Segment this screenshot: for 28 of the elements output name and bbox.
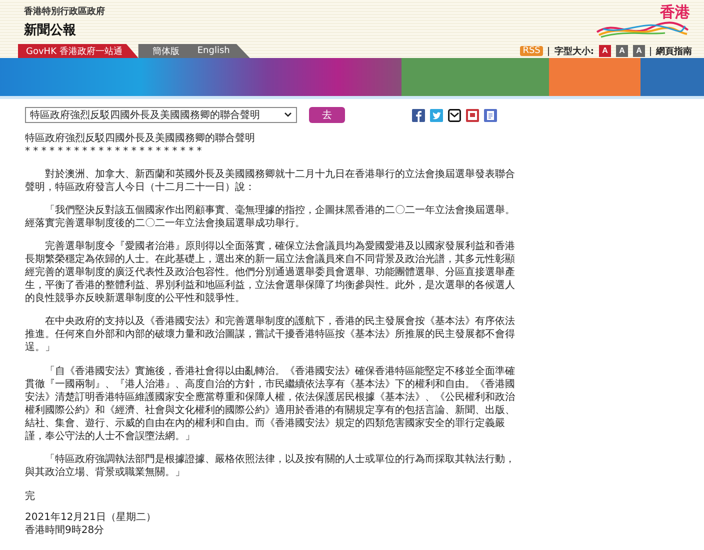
twitter-icon[interactable]	[430, 108, 443, 122]
article-paragraph: 在中央政府的支持以及《香港國安法》和完善選舉制度的護航下，香港的民主發展會按《基本法》有序依法推進。任何來自外部和內部的破壞力量和政治圖謀，嘗試干擾香港特區按《基本法》所推展的民主發展都不會得逞。」	[25, 315, 516, 354]
font-size-label: 字型大小:	[554, 45, 594, 58]
site-guide-link[interactable]: 網頁指南	[656, 44, 692, 58]
separator-stars: * * * * * * * * * * * * * * * * * * * * * *	[25, 145, 203, 158]
release-date: 2021年12月21日（星期二）	[25, 511, 157, 524]
portal-link[interactable]: GovHK 香港政府一站通	[18, 44, 138, 58]
font-size-button[interactable]: A	[633, 45, 645, 57]
article-select[interactable]: 特區政府強烈反駁四國外長及美國國務卿的聯合聲明	[25, 107, 297, 123]
article-paragraph: 完善選舉制度令『愛國者治港』原則得以全面落實，確保立法會議員均為愛國愛港及以國家發展利益和香港長期繁榮穩定為依歸的人士。在此基礎上，選出來的新一屆立法會議員來自不同背景及政治光譜，其多元性彰顯經完善的選舉制度的廣泛代表性及政治包容性。他們分別通過選舉委員會選舉、功能團體選舉、分區直接選舉產生，平衡了香港的整體利益、界別利益和地區利益，立法會選舉保障了均衡參與性。此外，是次選舉的各候選人的良性競爭亦反映新選舉制度的公平性和競爭性。	[25, 240, 516, 305]
article-paragraph: 「特區政府強調執法部門是根據證據、嚴格依照法律，以及按有關的人士或單位的行為而採取其執法行動，與其政治立場、背景或職業無關。」	[25, 453, 516, 479]
site-title: 新聞公報	[24, 22, 77, 39]
agency-name: 香港特別行政區政府	[24, 5, 105, 18]
article-title: 特區政府強烈反駁四國外長及美國國務卿的聯合聲明	[25, 132, 256, 145]
facebook-icon[interactable]	[412, 108, 425, 122]
email-icon[interactable]	[448, 108, 461, 122]
go-button[interactable]: 去	[309, 107, 345, 123]
article-paragraph: 對於澳洲、加拿大、新西蘭和英國外長及美國國務卿就十二月十九日在香港舉行的立法會換屆選舉發表聯合聲明，特區政府發言人今日（十二月二十一日）說：	[25, 168, 516, 194]
ribbon-logo-icon	[595, 20, 690, 38]
end-mark: 完	[25, 490, 36, 503]
font-size-button[interactable]: A	[616, 45, 628, 57]
release-time: 香港時間9時28分	[25, 524, 106, 537]
dropdown-caret-icon	[284, 112, 292, 118]
font-size-button[interactable]: A	[599, 45, 611, 57]
logo-text: 香港	[660, 5, 690, 20]
article-paragraph: 「我們堅決反對該五個國家作出罔顧事實、毫無理據的指控，企圖抹黑香港的二〇二一年立法會換屆選舉。經落實完善選舉制度後的二〇二一年立法會換屆選舉成功舉行。	[25, 204, 516, 230]
document-icon[interactable]	[484, 108, 497, 122]
article-paragraph: 「自《香港國安法》實施後，香港社會得以由亂轉治。《香港國安法》確保香港特區能堅定不移並全面準確貫徹『一國兩制』、『港人治港』、高度自治的方針，市民繼續依法享有《基本法》下的權利和自由。《香港國安法》清楚訂明香港特區維護國家安全應當尊重和保障人權，依法保護居民根據《基本法》、《公民權利和政治權利國際公約》和《經濟、社會與文化權利的國際公約》適用於香港的有關規定享有的包括言論、新聞、出版、結社、集會、遊行、示威的自由在內的權利和自由。而《香港國安法》規定的四類危害國家安全的罪行定義嚴謹，奉公守法的人士不會誤墮法網。」	[25, 365, 516, 443]
